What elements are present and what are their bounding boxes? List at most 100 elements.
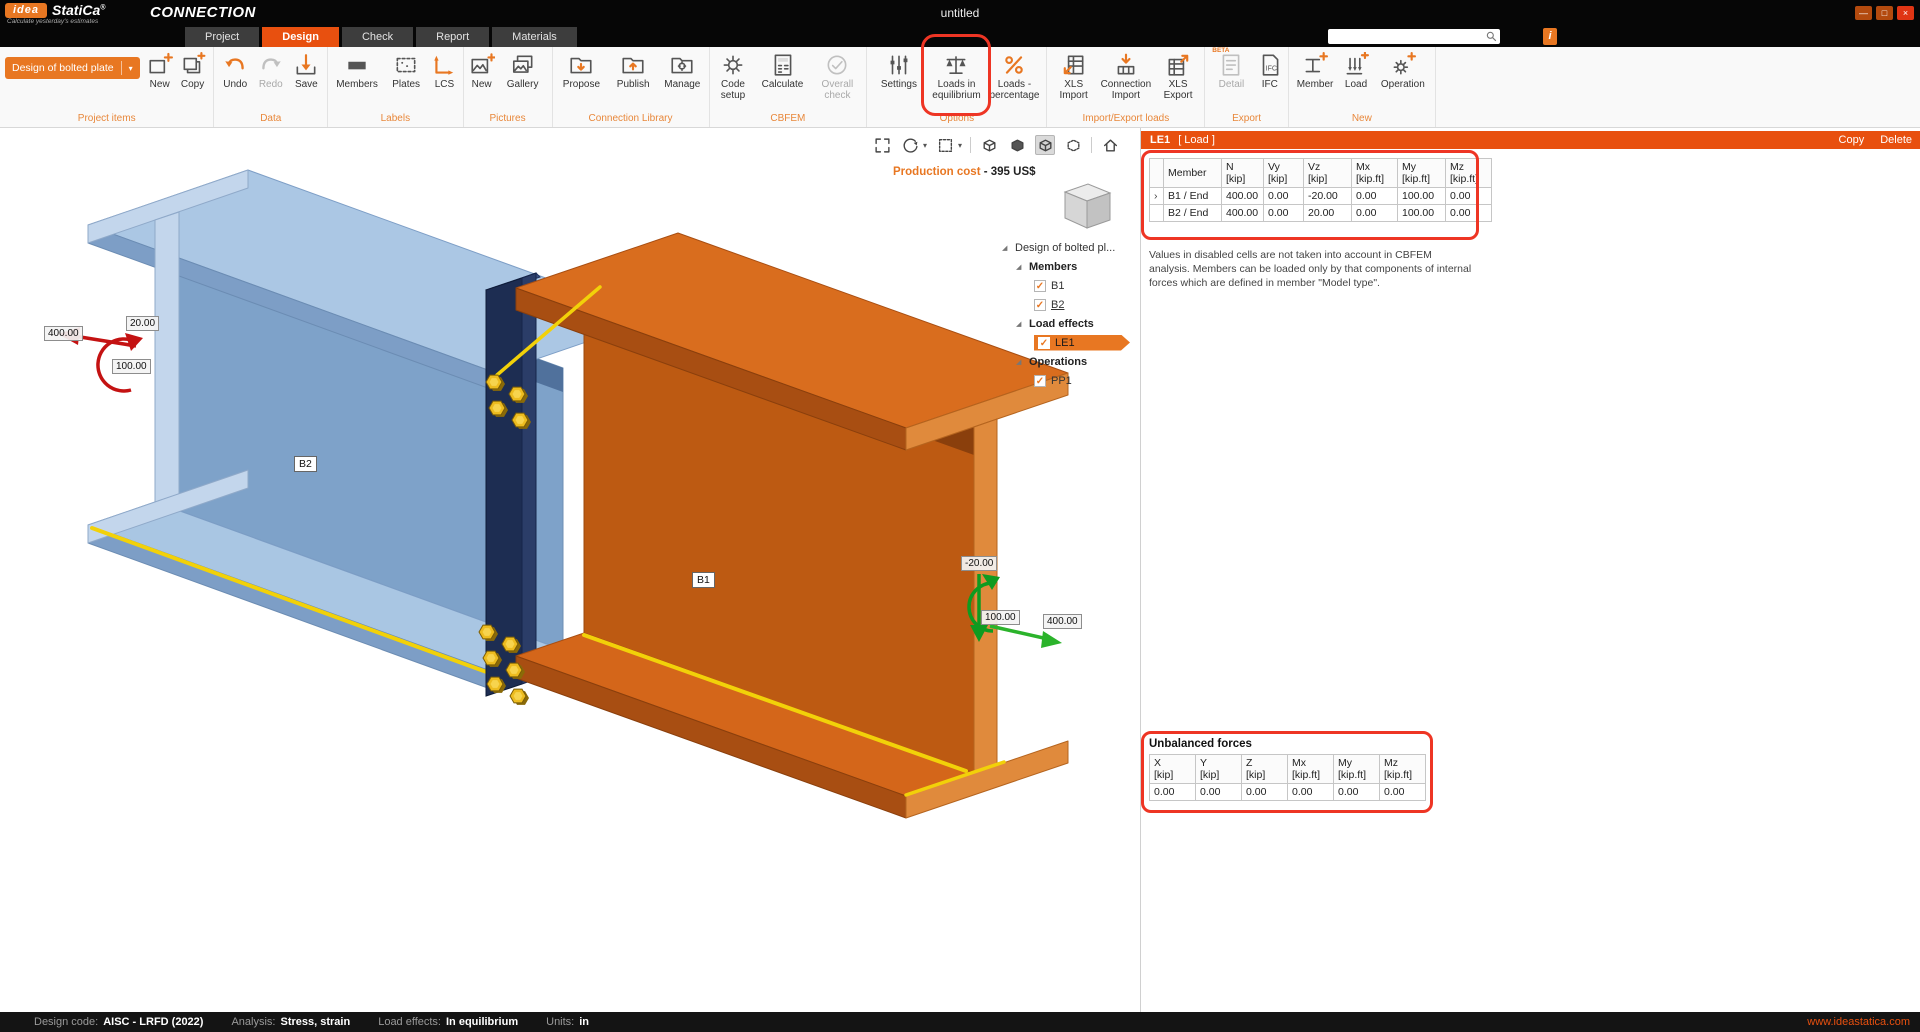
- member-label-b2[interactable]: B2: [294, 456, 317, 472]
- tab-check[interactable]: Check: [342, 27, 413, 47]
- tree-item-b1[interactable]: ✓B1: [1000, 276, 1140, 295]
- calculate-button[interactable]: Calculate: [754, 47, 812, 102]
- checkbox-checked-icon[interactable]: ✓: [1034, 299, 1046, 311]
- new-button[interactable]: New: [467, 47, 497, 102]
- calculate-icon: [770, 52, 796, 78]
- section-chevron-icon[interactable]: ▾: [958, 141, 962, 150]
- copy-load-button[interactable]: Copy: [1839, 134, 1865, 146]
- checkbox-checked-icon[interactable]: ✓: [1034, 375, 1046, 387]
- gallery-icon: [510, 52, 536, 78]
- render-transparent-icon[interactable]: [1063, 135, 1083, 155]
- load-button[interactable]: Load: [1338, 47, 1374, 102]
- delete-load-button[interactable]: Delete: [1880, 134, 1912, 146]
- manage-icon: [669, 52, 695, 78]
- publish-button[interactable]: Publish: [607, 47, 659, 102]
- connection-import-button[interactable]: Connection Import: [1097, 47, 1155, 102]
- render-shaded-icon[interactable]: [1035, 135, 1055, 155]
- table-row[interactable]: ›B1 / End400.000.00-20.000.00100.000.00: [1150, 188, 1492, 205]
- search-box[interactable]: [1328, 29, 1500, 44]
- conn-import-icon: [1113, 52, 1139, 78]
- xls-import-button[interactable]: XLS Import: [1050, 47, 1096, 102]
- operation-button[interactable]: Operation: [1374, 47, 1432, 102]
- beam-b1[interactable]: [516, 233, 1068, 818]
- code-setup-button[interactable]: Code setup: [713, 47, 754, 102]
- table-row[interactable]: B2 / End400.000.0020.000.00100.000.00: [1150, 205, 1492, 222]
- status-bar: Design code:AISC - LRFD (2022)Analysis:S…: [0, 1012, 1920, 1032]
- manage-button[interactable]: Manage: [659, 47, 705, 102]
- tree-expand-icon[interactable]: ◢: [1002, 244, 1010, 252]
- plates-button[interactable]: Plates: [383, 47, 429, 102]
- tree-expand-icon[interactable]: ◢: [1016, 358, 1024, 366]
- undo-button[interactable]: Undo: [217, 47, 253, 102]
- tree-item-operations[interactable]: ◢Operations: [1000, 352, 1140, 371]
- tree-expand-icon[interactable]: ◢: [1016, 263, 1024, 271]
- members-button[interactable]: Members: [331, 47, 383, 102]
- search-input[interactable]: [1328, 30, 1486, 43]
- beta-badge: BETA: [1212, 47, 1229, 54]
- info-button[interactable]: i: [1543, 28, 1557, 45]
- save-icon: [293, 52, 319, 78]
- tree-item-design-of-bolted-pl[interactable]: ◢Design of bolted pl...: [1000, 238, 1140, 257]
- chevron-down-icon: ▾: [129, 64, 133, 73]
- overall-check-icon: [824, 52, 850, 78]
- close-button[interactable]: ×: [1897, 6, 1914, 20]
- xls-export-button[interactable]: XLS Export: [1155, 47, 1201, 102]
- tree-item-le1[interactable]: ✓LE1: [1000, 333, 1140, 352]
- checkbox-checked-icon[interactable]: ✓: [1038, 337, 1050, 349]
- checkbox-checked-icon[interactable]: ✓: [1034, 280, 1046, 292]
- propose-button[interactable]: Propose: [556, 47, 608, 102]
- status-units: Units:in: [546, 1016, 589, 1028]
- load-panel-header: LE1 [ Load ] Copy Delete: [1141, 131, 1920, 149]
- copy-button[interactable]: Copy: [175, 47, 211, 102]
- tree-expand-icon[interactable]: ◢: [1016, 320, 1024, 328]
- loads-percentage-button[interactable]: Loads - percentage: [985, 47, 1043, 102]
- detail-icon: [1218, 52, 1244, 78]
- member-button[interactable]: Member: [1292, 47, 1338, 102]
- ifc-button[interactable]: IFCIFC: [1255, 47, 1285, 102]
- ribbon-group-export: BETADetailIFCIFCExport: [1205, 47, 1289, 127]
- viewport-3d[interactable]: ▾ ▾ Production cost - 395 US$ ◢Design of…: [0, 128, 1140, 1012]
- load-subtitle: [ Load ]: [1178, 134, 1215, 146]
- tab-materials[interactable]: Materials: [492, 27, 577, 47]
- viewport-toolbar: ▾ ▾: [872, 135, 1120, 155]
- settings-button[interactable]: Settings: [870, 47, 927, 102]
- member-forces-table[interactable]: MemberN[kip]Vy[kip]Vz[kip]Mx[kip.ft]My[k…: [1149, 158, 1492, 222]
- tab-project[interactable]: Project: [185, 27, 259, 47]
- save-button[interactable]: Save: [289, 47, 325, 102]
- maximize-button[interactable]: □: [1876, 6, 1893, 20]
- beam-b2[interactable]: [88, 170, 656, 691]
- orbit-chevron-icon[interactable]: ▾: [923, 141, 927, 150]
- gallery-button[interactable]: Gallery: [497, 47, 549, 102]
- ifc-icon: IFC: [1257, 52, 1283, 78]
- tab-design[interactable]: Design: [262, 27, 339, 47]
- member-label-b1[interactable]: B1: [692, 572, 715, 588]
- render-wireframe-icon[interactable]: [979, 135, 999, 155]
- tree-item-b2[interactable]: ✓B2: [1000, 295, 1140, 314]
- section-box-icon[interactable]: [935, 135, 955, 155]
- unbalanced-forces-table: X[kip]Y[kip]Z[kip]Mx[kip.ft]My[kip.ft]Mz…: [1149, 754, 1426, 801]
- selected-load-banner[interactable]: ✓LE1: [1034, 335, 1130, 351]
- lcs-button[interactable]: LCS: [429, 47, 459, 102]
- tree-item-members[interactable]: ◢Members: [1000, 257, 1140, 276]
- ribbon-group-project-items: Design of bolted plate▾NewCopyProject it…: [0, 47, 214, 127]
- orbit-icon[interactable]: [900, 135, 920, 155]
- tree-item-pp1[interactable]: ✓PP1: [1000, 371, 1140, 390]
- unbalanced-forces-title: Unbalanced forces: [1149, 738, 1252, 750]
- fit-view-icon[interactable]: [872, 135, 892, 155]
- render-solid-icon[interactable]: [1007, 135, 1027, 155]
- operation-new-icon: [1390, 52, 1416, 78]
- minimize-button[interactable]: —: [1855, 6, 1872, 20]
- navigation-cube[interactable]: [1050, 180, 1118, 236]
- design-of-bolted-plate-dropdown[interactable]: Design of bolted plate▾: [5, 57, 140, 79]
- redo-icon: [258, 52, 284, 78]
- home-view-icon[interactable]: [1100, 135, 1120, 155]
- load-value-right-my: 100.00: [981, 610, 1020, 625]
- website-link[interactable]: www.ideastatica.com: [1807, 1016, 1910, 1028]
- load-value-left-n: 400.00: [44, 326, 83, 341]
- new-button[interactable]: New: [145, 47, 175, 102]
- load-value-right-n: 400.00: [1043, 614, 1082, 629]
- loads-in-equilibrium-button[interactable]: Loads in equilibrium: [927, 47, 985, 102]
- tree-item-load-effects[interactable]: ◢Load effects: [1000, 314, 1140, 333]
- percent-icon: [1001, 52, 1027, 78]
- tab-report[interactable]: Report: [416, 27, 489, 47]
